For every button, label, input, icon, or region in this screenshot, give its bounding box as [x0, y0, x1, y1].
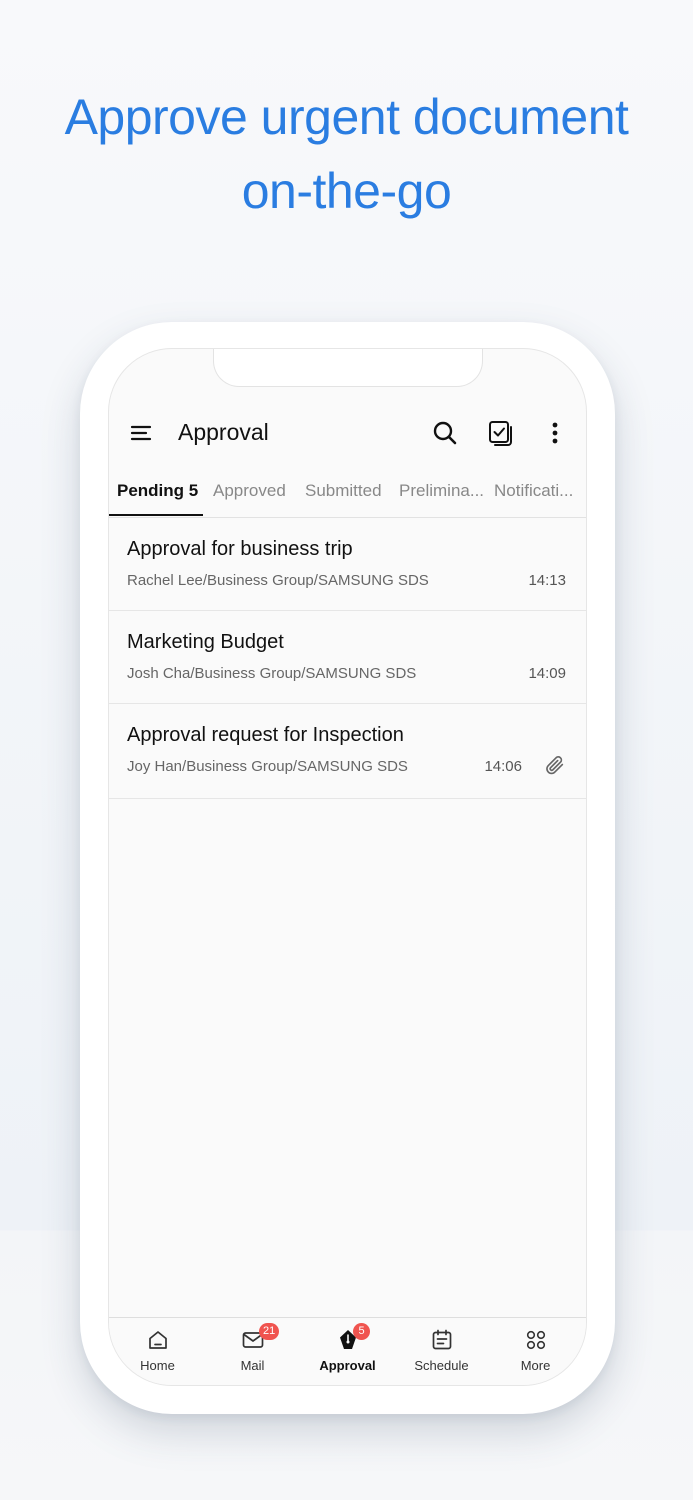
- menu-icon[interactable]: [129, 421, 153, 445]
- approval-tabs: Pending 5 Approved Submitted Prelimina..…: [109, 473, 586, 518]
- item-sender: Rachel Lee/Business Group/SAMSUNG SDS: [127, 572, 429, 589]
- nav-label-mail: Mail: [240, 1358, 265, 1373]
- list-item[interactable]: Marketing Budget Josh Cha/Business Group…: [109, 611, 586, 704]
- item-time: 14:09: [528, 665, 566, 682]
- list-item[interactable]: Approval for business trip Rachel Lee/Bu…: [109, 518, 586, 611]
- tab-preliminary[interactable]: Prelimina...: [399, 481, 484, 501]
- item-time: 14:06: [484, 758, 522, 775]
- nav-more[interactable]: More: [488, 1318, 583, 1385]
- headline-line-1: Approve urgent document: [64, 89, 629, 145]
- phone-screen: Approval Pending 5 Approved Submitted Pr…: [108, 348, 587, 1386]
- list-item[interactable]: Approval request for Inspection Joy Han/…: [109, 704, 586, 799]
- more-vert-icon[interactable]: [545, 419, 565, 447]
- app-bar: Approval: [109, 409, 586, 457]
- nav-schedule[interactable]: Schedule: [394, 1318, 489, 1385]
- tab-approved[interactable]: Approved: [213, 481, 286, 501]
- calendar-icon: [432, 1329, 452, 1350]
- item-title: Approval for business trip: [127, 538, 353, 560]
- search-icon[interactable]: [431, 419, 459, 447]
- nav-mail[interactable]: 21 Mail: [205, 1318, 300, 1385]
- item-sender: Joy Han/Business Group/SAMSUNG SDS: [127, 758, 408, 775]
- tab-submitted[interactable]: Submitted: [305, 481, 382, 501]
- page-title: Approval: [178, 419, 269, 445]
- nav-label-home: Home: [140, 1358, 175, 1373]
- headline-line-2: on-the-go: [241, 163, 452, 219]
- nav-label-schedule: Schedule: [414, 1358, 469, 1373]
- item-title: Approval request for Inspection: [127, 724, 404, 746]
- nav-approval[interactable]: 5 Approval: [300, 1318, 395, 1385]
- phone-notch: [213, 349, 483, 387]
- item-title: Marketing Budget: [127, 631, 284, 653]
- tab-notifications[interactable]: Notificati...: [494, 481, 573, 501]
- item-sender: Josh Cha/Business Group/SAMSUNG SDS: [127, 665, 417, 682]
- tab-pending[interactable]: Pending 5: [117, 481, 198, 501]
- approve-document-icon[interactable]: [487, 419, 515, 447]
- approval-list: Approval for business trip Rachel Lee/Bu…: [109, 518, 586, 799]
- promo-headline: Approve urgent document on-the-go: [0, 80, 693, 228]
- approval-badge: 5: [353, 1323, 370, 1340]
- item-time: 14:13: [528, 572, 566, 589]
- nav-label-approval: Approval: [319, 1358, 376, 1373]
- nav-label-more: More: [520, 1358, 551, 1373]
- mail-badge: 21: [259, 1323, 280, 1340]
- nav-home[interactable]: Home: [110, 1318, 205, 1385]
- home-icon: [149, 1331, 167, 1349]
- bottom-navigation: Home 21 Mail 5 Approval Schedule More: [109, 1317, 586, 1385]
- active-tab-indicator: [109, 514, 203, 516]
- attachment-icon: [546, 756, 564, 775]
- grid-icon: [526, 1330, 546, 1350]
